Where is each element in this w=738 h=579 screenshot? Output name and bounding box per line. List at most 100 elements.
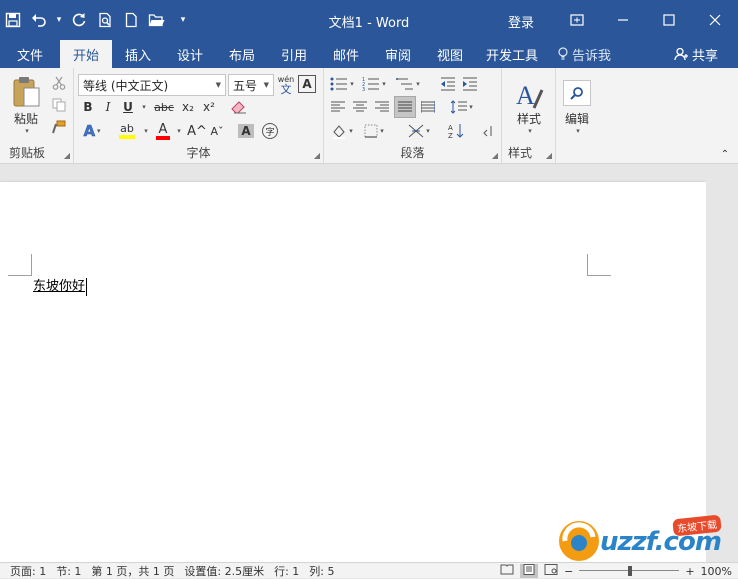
enclose-characters-button[interactable]: 字 [260, 121, 280, 141]
site-watermark: uzzf.com 东坡下载 [555, 514, 735, 565]
zoom-out-icon[interactable]: − [564, 565, 573, 578]
zoom-in-icon[interactable]: + [685, 565, 694, 578]
svg-text:A: A [448, 124, 453, 132]
document-body-text[interactable]: 东坡你好 [33, 278, 88, 296]
line-spacing-button[interactable]: ▾ [448, 98, 476, 116]
align-center-icon[interactable] [350, 98, 370, 116]
paragraph-launcher-icon[interactable]: ◢ [492, 151, 498, 160]
font-size-select[interactable]: 五号 ▼ [228, 74, 274, 96]
styles-label: 样式 [516, 111, 541, 126]
align-left-icon[interactable] [328, 98, 348, 116]
font-launcher-icon[interactable]: ◢ [314, 151, 320, 160]
web-layout-icon[interactable] [544, 564, 558, 578]
styles-launcher-icon[interactable]: ◢ [546, 151, 552, 160]
login-button[interactable]: 登录 [508, 12, 534, 31]
sort-icon[interactable]: AZ [446, 121, 466, 141]
save-icon[interactable] [0, 8, 26, 32]
shading-button[interactable]: ▾ [328, 121, 356, 141]
read-mode-icon[interactable] [500, 564, 514, 578]
tell-me-search[interactable]: 告诉我 [548, 40, 621, 68]
clear-formatting-icon[interactable] [228, 98, 250, 116]
close-icon[interactable] [692, 0, 738, 40]
ribbon-tabs: 文件 开始 插入 设计 布局 引用 邮件 审阅 视图 开发工具 告诉我 共享 [0, 40, 738, 68]
clipboard-launcher-icon[interactable]: ◢ [64, 151, 70, 160]
borders-button[interactable]: ▾ [360, 121, 388, 141]
numbering-button[interactable]: 1 2 3 ▾ [360, 75, 388, 93]
status-setting[interactable]: 设置值: 2.5厘米 [184, 563, 264, 579]
font-color-bar [156, 135, 170, 140]
phonetic-guide-button[interactable]: wén 文 [276, 73, 296, 97]
copy-icon[interactable] [50, 96, 68, 114]
increase-indent-icon[interactable] [460, 75, 480, 93]
redo-icon[interactable] [66, 8, 92, 32]
new-document-icon[interactable] [118, 8, 144, 32]
character-shading-button[interactable]: A [236, 121, 256, 141]
tab-view[interactable]: 视图 [424, 40, 476, 68]
chinese-layout-button[interactable]: ▾ [404, 121, 434, 141]
status-column[interactable]: 列: 5 [309, 563, 334, 579]
open-folder-icon[interactable] [144, 8, 170, 32]
tab-developer[interactable]: 开发工具 [476, 40, 548, 68]
underline-button[interactable]: U [119, 98, 137, 116]
editing-button[interactable]: 编辑 ▾ [560, 74, 594, 140]
cut-icon[interactable] [50, 74, 68, 92]
tab-insert[interactable]: 插入 [112, 40, 164, 68]
undo-icon[interactable] [26, 8, 52, 32]
shrink-font-button[interactable]: Aˇ [206, 121, 228, 141]
multilevel-list-button[interactable]: ▾ [394, 75, 422, 93]
status-page-count[interactable]: 第 1 页，共 1 页 [91, 563, 174, 579]
font-name-select[interactable]: 等线 (中文正文) ▼ [78, 74, 226, 96]
show-paragraph-marks-icon[interactable] [478, 121, 498, 141]
tab-file[interactable]: 文件 [0, 40, 60, 68]
status-section[interactable]: 节: 1 [56, 563, 81, 579]
highlight-color-button[interactable]: ab [112, 121, 142, 141]
underline-dropdown-icon[interactable]: ▾ [138, 98, 148, 116]
status-line[interactable]: 行: 1 [274, 563, 299, 579]
tab-home[interactable]: 开始 [60, 40, 112, 68]
tab-references[interactable]: 引用 [268, 40, 320, 68]
tab-design[interactable]: 设计 [164, 40, 216, 68]
maximize-icon[interactable] [646, 0, 692, 40]
collapse-ribbon-icon[interactable]: ⌃ [718, 148, 732, 160]
subscript-button[interactable]: x₂ [179, 98, 197, 116]
distributed-align-icon[interactable] [418, 98, 438, 116]
highlight-dropdown-icon[interactable]: ▾ [140, 121, 150, 141]
paragraph-group-label: 段落 [400, 146, 425, 160]
justify-icon[interactable] [394, 96, 416, 118]
vertical-scrollbar[interactable] [706, 164, 738, 562]
styles-group: A 样式 ▾ 样式 ◢ [502, 68, 556, 164]
print-layout-icon[interactable] [520, 564, 539, 578]
paragraph-group: ▾ 1 2 3 ▾ ▾ ▾ ▾ ▾ ▾ A Z 段落 ◢ [324, 68, 502, 164]
bullets-button[interactable]: ▾ [328, 75, 356, 93]
strikethrough-button[interactable]: abc [151, 98, 177, 116]
decrease-indent-icon[interactable] [438, 75, 458, 93]
font-color-dropdown-icon[interactable]: ▾ [173, 121, 183, 141]
status-page[interactable]: 页面: 1 [10, 563, 46, 579]
tab-layout[interactable]: 布局 [216, 40, 268, 68]
paste-dropdown-icon[interactable]: ▾ [25, 127, 29, 135]
zoom-level[interactable]: 100% [701, 565, 732, 578]
minimize-icon[interactable] [600, 0, 646, 40]
format-painter-icon[interactable] [50, 118, 68, 136]
grow-font-button[interactable]: A^ [186, 121, 208, 141]
paste-button[interactable]: 粘贴 ▾ [8, 74, 44, 136]
italic-button[interactable]: I [99, 98, 117, 116]
text-effects-button[interactable]: A ▾ [79, 121, 105, 141]
share-button[interactable]: 共享 [674, 40, 718, 68]
bold-button[interactable]: B [79, 98, 97, 116]
styles-button[interactable]: A 样式 ▾ [508, 74, 550, 140]
font-color-button[interactable]: A [152, 121, 174, 141]
superscript-button[interactable]: x² [200, 98, 218, 116]
print-preview-icon[interactable] [92, 8, 118, 32]
customize-qat-icon[interactable]: ▾ [176, 8, 190, 32]
tab-review[interactable]: 审阅 [372, 40, 424, 68]
undo-dropdown-icon[interactable]: ▾ [52, 8, 66, 32]
character-border-button[interactable]: A [298, 75, 316, 93]
align-right-icon[interactable] [372, 98, 392, 116]
tab-mailings[interactable]: 邮件 [320, 40, 372, 68]
document-page[interactable] [0, 182, 706, 562]
ribbon-display-options-icon[interactable] [554, 0, 600, 40]
phonetic-guide-bottom: 文 [280, 83, 292, 96]
zoom-slider[interactable] [579, 566, 680, 576]
font-group: 等线 (中文正文) ▼ 五号 ▼ wén 文 A B I U ▾ abc x₂ … [74, 68, 324, 164]
